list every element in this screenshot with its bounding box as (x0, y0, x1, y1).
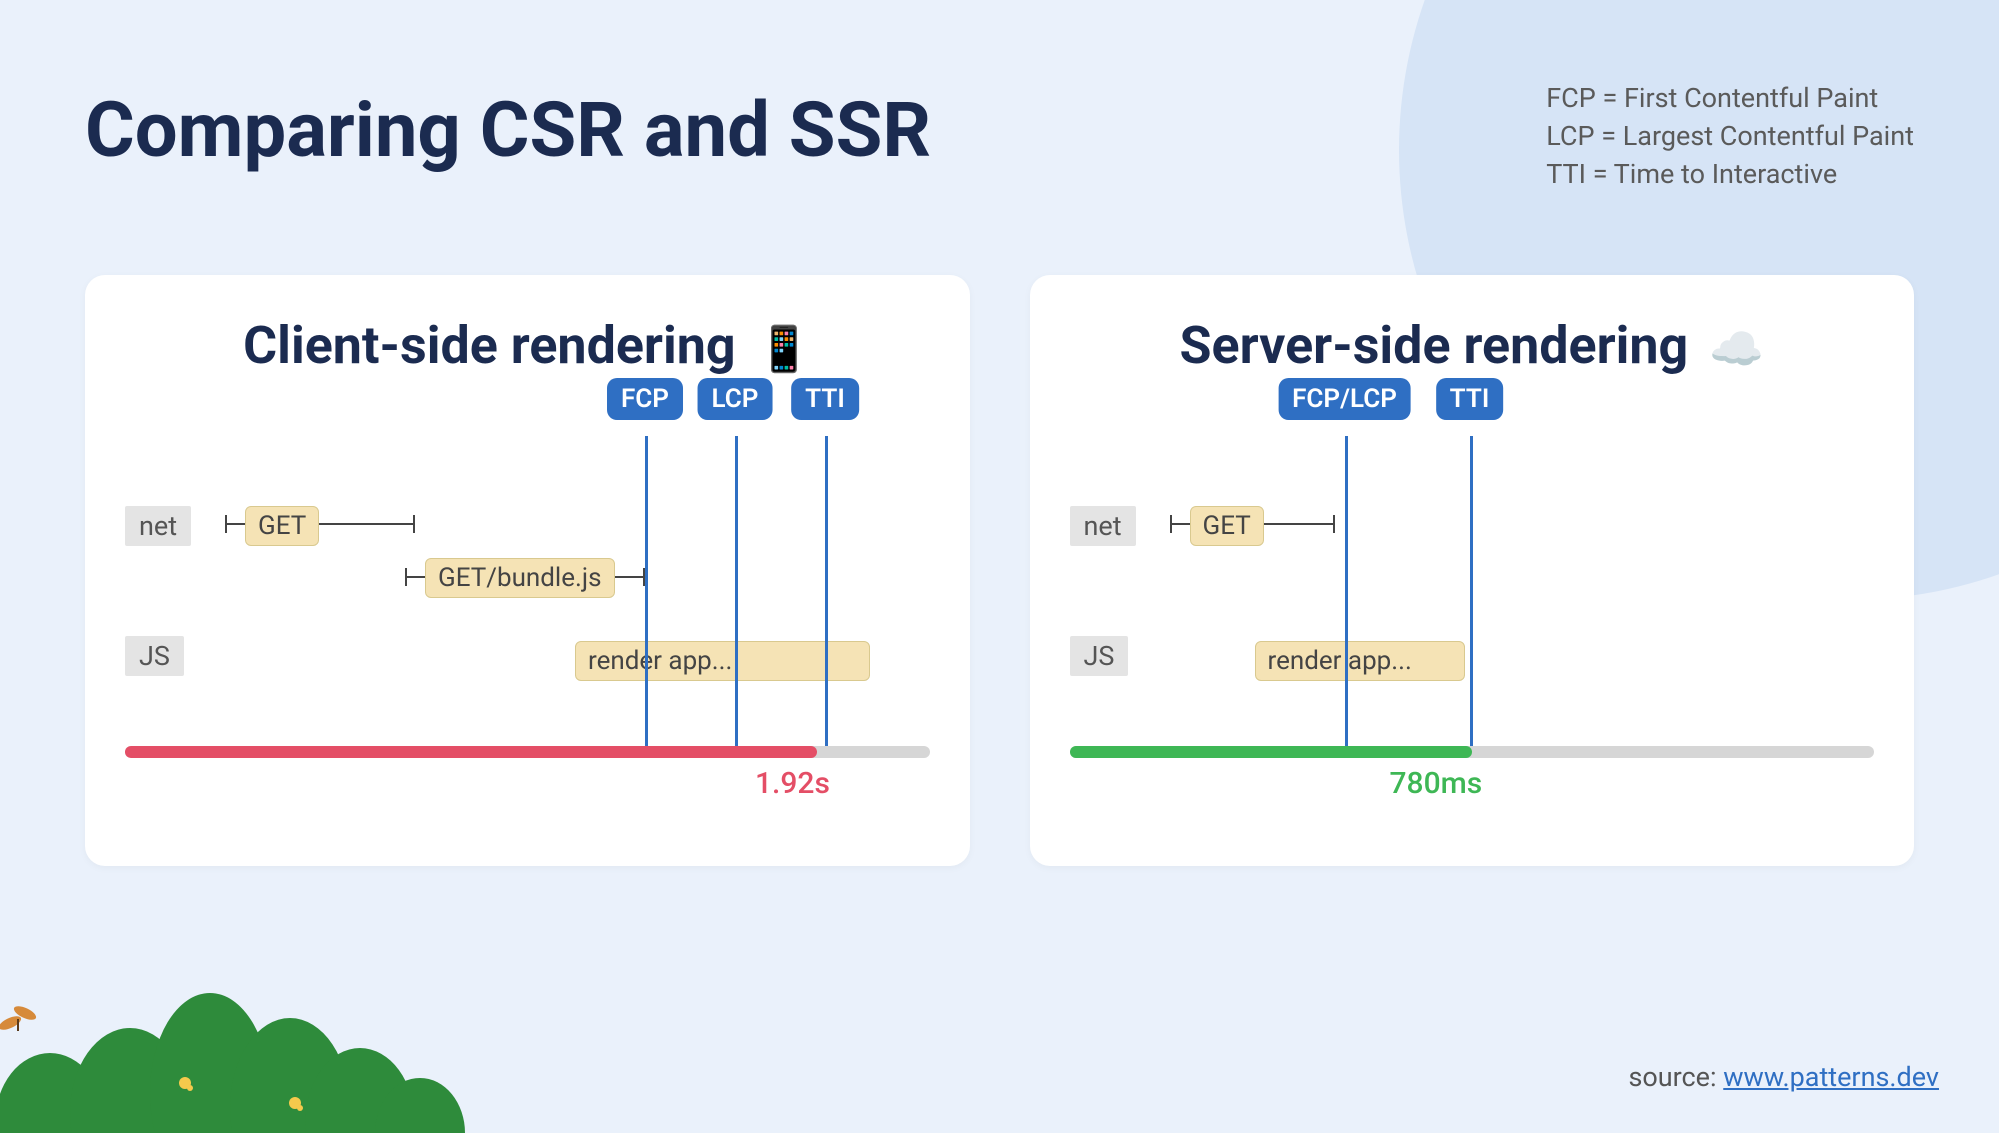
ssr-panel: Server-side rendering ☁️ net JS GET rend… (1030, 275, 1915, 866)
csr-net-label: net (125, 506, 191, 546)
legend-lcp: LCP = Largest Contentful Paint (1546, 118, 1914, 156)
slide-title: Comparing CSR and SSR (85, 85, 931, 175)
ssr-net-label: net (1070, 506, 1136, 546)
cloud-icon: ☁️ (1709, 323, 1764, 375)
csr-progress-track (125, 746, 930, 758)
ssr-progress-track (1070, 746, 1875, 758)
ssr-fcplcp-label: FCP/LCP (1278, 378, 1411, 420)
csr-progress-fill (125, 746, 817, 758)
csr-timeline: net JS GET GET/bundle.js render app... F… (125, 496, 930, 796)
csr-tti-label: TTI (791, 378, 859, 420)
ssr-progress-fill (1070, 746, 1472, 758)
csr-get-task: GET (245, 506, 319, 546)
csr-bundle-task: GET/bundle.js (425, 558, 615, 598)
ssr-tti-marker: TTI (1470, 436, 1473, 746)
ssr-render-task: render app... (1255, 641, 1465, 681)
ssr-time: 780ms (1390, 766, 1483, 801)
phone-icon: 📱 (757, 323, 812, 375)
csr-title: Client-side rendering 📱 (125, 315, 930, 376)
source-citation: source: www.patterns.dev (1628, 1061, 1939, 1093)
ssr-title: Server-side rendering ☁️ (1070, 315, 1875, 376)
legend-tti: TTI = Time to Interactive (1546, 156, 1914, 194)
ssr-get-task: GET (1190, 506, 1264, 546)
source-link[interactable]: www.patterns.dev (1723, 1061, 1939, 1093)
csr-lcp-label: LCP (698, 378, 773, 420)
csr-panel: Client-side rendering 📱 net JS GET GET/b… (85, 275, 970, 866)
foliage-decoration (0, 953, 470, 1133)
csr-tti-marker: TTI (825, 436, 828, 746)
source-prefix: source: (1628, 1061, 1723, 1093)
csr-fcp-label: FCP (607, 378, 683, 420)
csr-title-text: Client-side rendering (243, 315, 735, 376)
csr-js-label: JS (125, 636, 184, 676)
ssr-tti-label: TTI (1436, 378, 1504, 420)
legend-fcp: FCP = First Contentful Paint (1546, 80, 1914, 118)
ssr-js-label: JS (1070, 636, 1129, 676)
ssr-title-text: Server-side rendering (1179, 315, 1688, 376)
ssr-fcplcp-marker: FCP/LCP (1345, 436, 1348, 746)
ssr-timeline: net JS GET render app... FCP/LCP TTI 780… (1070, 496, 1875, 796)
csr-fcp-marker: FCP (645, 436, 648, 746)
csr-lcp-marker: LCP (735, 436, 738, 746)
metrics-legend: FCP = First Contentful Paint LCP = Large… (1546, 80, 1914, 193)
csr-time: 1.92s (755, 766, 830, 801)
